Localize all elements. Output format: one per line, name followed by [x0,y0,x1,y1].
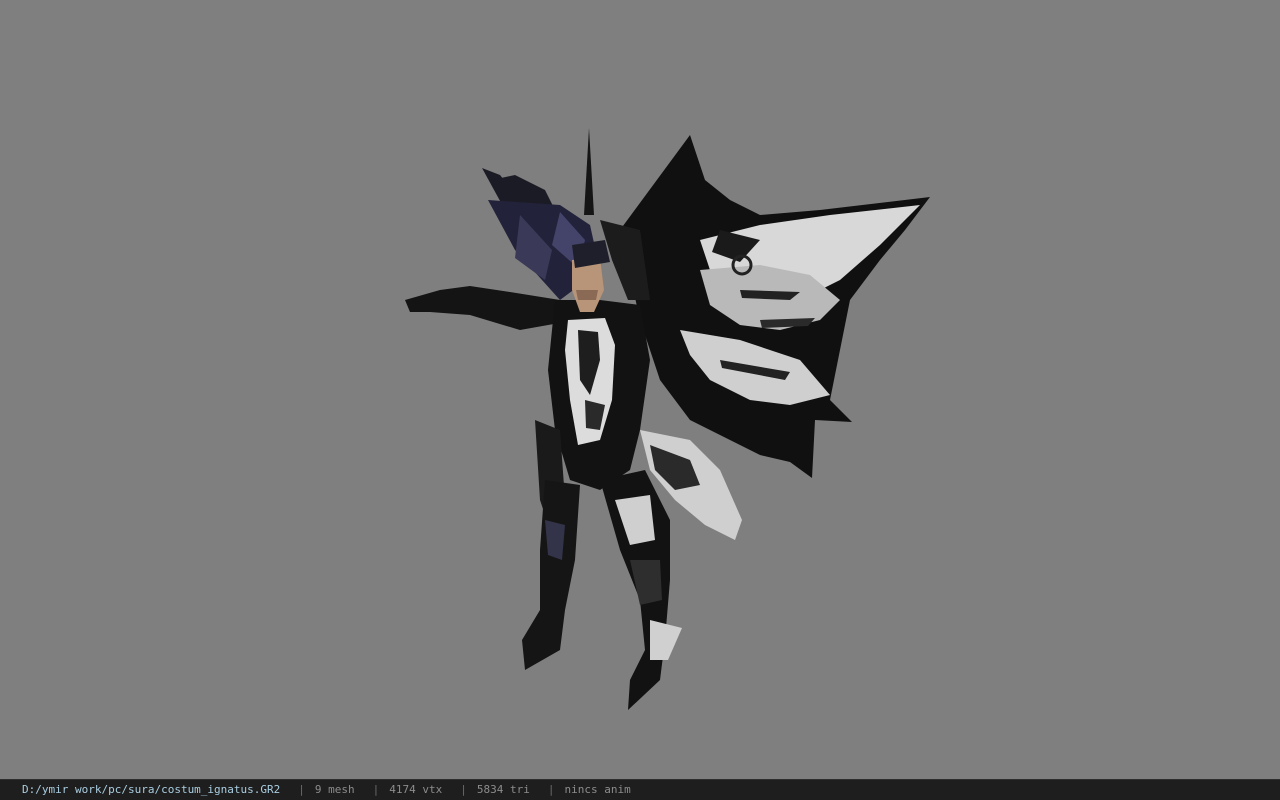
separator: | [547,783,555,796]
triangle-count: 5834 tri [476,783,530,796]
mesh-count: 9 mesh [314,783,355,796]
character-body [405,286,682,710]
model-viewport[interactable] [0,0,1280,779]
character-model [405,128,930,710]
right-wing [620,135,930,478]
animation-status: nincs anim [564,783,631,796]
status-bar: D:/ymir work/pc/sura/costum_ignatus.GR2 |… [0,779,1280,800]
vertex-count: 4174 vtx [389,783,443,796]
file-path: D:/ymir work/pc/sura/costum_ignatus.GR2 [22,783,281,796]
separator: | [298,783,305,796]
head-spike [584,128,594,215]
separator: | [460,783,467,796]
separator: | [372,783,380,796]
